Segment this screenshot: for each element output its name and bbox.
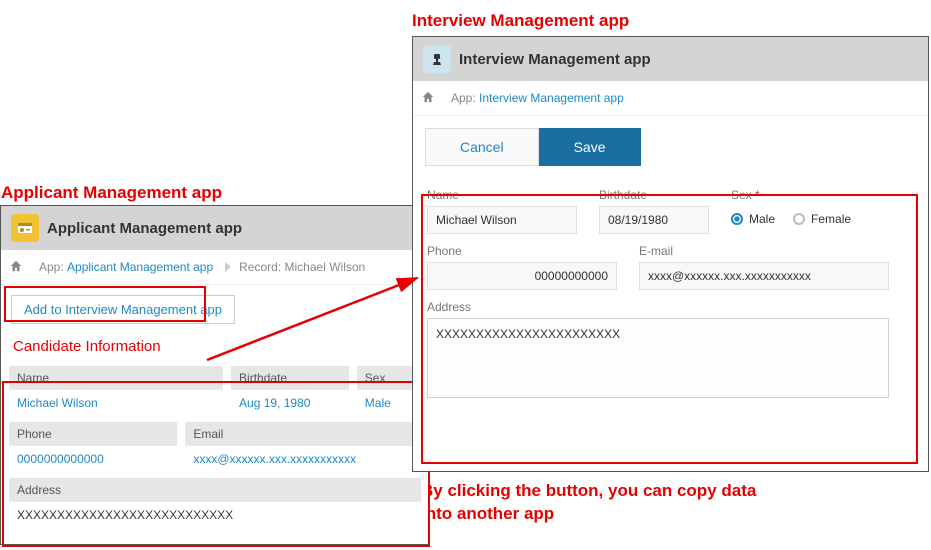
applicant-panel: Applicant Management app App: Applicant … — [0, 205, 430, 545]
label-email: E-mail — [639, 244, 889, 258]
applicant-app-icon — [11, 214, 39, 242]
label-name: Name — [9, 366, 223, 390]
label-name: Name — [427, 188, 577, 202]
label-birthdate: Birthdate — [599, 188, 709, 202]
arrow-icon — [202, 270, 432, 370]
home-icon[interactable] — [9, 259, 23, 276]
value-name: Michael Wilson — [9, 390, 223, 416]
radio-male[interactable]: Male — [731, 212, 775, 226]
value-phone: 0000000000000 — [9, 446, 177, 472]
input-name[interactable]: Michael Wilson — [427, 206, 577, 234]
value-birthdate: Aug 19, 1980 — [231, 390, 349, 416]
home-icon[interactable] — [421, 90, 435, 107]
label-address: Address — [427, 300, 914, 314]
cancel-button[interactable]: Cancel — [425, 128, 539, 166]
applicant-header: Applicant Management app — [1, 206, 429, 250]
annotation-right-title: Interview Management app — [412, 11, 629, 31]
label-sex: Sex * — [731, 188, 851, 202]
label-phone: Phone — [9, 422, 177, 446]
input-birthdate[interactable]: 08/19/1980 — [599, 206, 709, 234]
interview-title: Interview Management app — [459, 51, 651, 68]
interview-panel: Interview Management app App: Interview … — [412, 36, 929, 472]
input-phone[interactable]: 00000000000 — [427, 262, 617, 290]
radio-female[interactable]: Female — [793, 212, 851, 226]
interview-breadcrumb: App: Interview Management app — [413, 81, 928, 116]
interview-form: Name Michael Wilson Birthdate 08/19/1980… — [413, 180, 928, 408]
value-email: xxxx@xxxxxx.xxx.xxxxxxxxxxx — [185, 446, 421, 472]
interview-app-icon — [423, 45, 451, 73]
breadcrumb-app[interactable]: App: Interview Management app — [441, 87, 634, 109]
breadcrumb-app[interactable]: App: Applicant Management app — [29, 256, 223, 278]
save-button[interactable]: Save — [539, 128, 641, 166]
value-address: XXXXXXXXXXXXXXXXXXXXXXXXXXX — [9, 502, 421, 528]
input-address[interactable]: XXXXXXXXXXXXXXXXXXXXXXX — [427, 318, 889, 398]
annotation-left-title: Applicant Management app — [1, 183, 222, 203]
input-email[interactable]: xxxx@xxxxxx.xxx.xxxxxxxxxxx — [639, 262, 889, 290]
label-email: Email — [185, 422, 421, 446]
label-phone: Phone — [427, 244, 617, 258]
applicant-title: Applicant Management app — [47, 220, 242, 237]
annotation-caption: By clicking the button, you can copy dat… — [421, 480, 921, 526]
label-address: Address — [9, 478, 421, 502]
interview-header: Interview Management app — [413, 37, 928, 81]
